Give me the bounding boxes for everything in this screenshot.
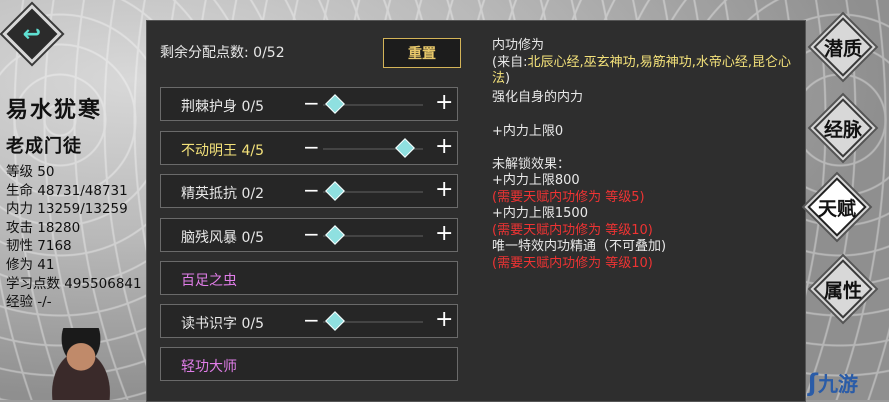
remaining-points: 剩余分配点数: 0/52 — [160, 45, 285, 61]
desc-unlock-3-req: (需要天赋内功修为 等级10) — [492, 255, 653, 271]
character-name: 易水犹寒 — [6, 98, 103, 123]
talent-description: 内功修为 (来自:北辰心经,巫玄神功,易筋神功,水帝心经,昆仑心法) 强化自身的… — [492, 38, 792, 272]
stat-hp: 生命 48731/48731 — [6, 182, 128, 199]
tab-label: 天赋 — [817, 197, 856, 220]
tab-attributes[interactable]: 属性 — [813, 259, 873, 319]
stat-level: 等级 50 — [6, 164, 55, 180]
watermark: ʃ九游 — [808, 368, 858, 397]
desc-unlock-2-req: (需要天赋内功修为 等级10) — [492, 222, 653, 238]
stat-learning-points: 学习点数 495506841 — [6, 275, 142, 292]
minus-icon[interactable]: − — [303, 309, 321, 331]
tab-label: 经脉 — [823, 118, 862, 141]
watermark-text: 九游 — [817, 372, 858, 396]
back-button-frame: ↩ — [2, 4, 62, 64]
stat-attack: 攻击 18280 — [6, 219, 81, 236]
desc-title: 内功修为 — [492, 38, 545, 53]
minus-icon[interactable]: − — [303, 179, 321, 201]
desc-effect: 强化自身的内力 — [492, 89, 584, 105]
talent-row[interactable]: 荆棘护身 0/5 − + — [160, 87, 458, 121]
talent-slider-knob[interactable] — [325, 181, 345, 201]
talent-label: 精英抵抗 0/2 — [181, 186, 264, 202]
talent-label: 读书识字 0/5 — [181, 316, 264, 332]
character-title: 老成门徒 — [6, 136, 82, 157]
desc-unlock-header: 未解锁效果： — [492, 156, 571, 172]
watermark-logo-icon: ʃ — [808, 369, 818, 397]
stat-mp: 内力 13259/13259 — [6, 201, 128, 218]
reset-button[interactable]: 重置 — [383, 38, 461, 68]
desc-unlock-1-req: (需要天赋内功修为 等级5) — [492, 189, 645, 205]
minus-icon[interactable]: − — [303, 136, 321, 158]
minus-icon[interactable]: − — [303, 92, 321, 114]
plus-icon[interactable]: + — [435, 178, 453, 202]
character-portrait — [36, 328, 126, 400]
talent-label: 荆棘护身 0/5 — [181, 99, 264, 115]
desc-unlock-3: 唯一特效内功精通（不可叠加) — [492, 239, 667, 254]
talent-slider-knob[interactable] — [395, 138, 416, 158]
talent-row-locked[interactable]: 百足之虫 — [160, 261, 458, 295]
desc-unlock-2: +内力上限1500 — [492, 206, 588, 221]
plus-icon[interactable]: + — [435, 135, 453, 159]
talent-row-locked[interactable]: 轻功大师 — [160, 347, 458, 381]
talent-slider-knob[interactable] — [325, 94, 345, 114]
back-arrow-icon: ↩ — [22, 21, 42, 47]
plus-icon[interactable]: + — [435, 308, 453, 332]
desc-source-suffix: ) — [505, 71, 511, 86]
talent-label: 不动明王 4/5 — [181, 143, 264, 159]
talent-label: 百足之虫 — [181, 273, 237, 289]
character-header: 易水犹寒 老成门徒 — [6, 92, 102, 158]
back-button[interactable]: ↩ — [2, 4, 62, 64]
minus-icon[interactable]: − — [303, 223, 321, 245]
tab-label: 属性 — [823, 279, 862, 302]
desc-source-prefix: (来自: — [492, 54, 528, 70]
stat-toughness: 韧性 7168 — [6, 238, 72, 255]
plus-icon[interactable]: + — [435, 91, 453, 115]
desc-source-list: 北辰心经,巫玄神功,易筋神功,水帝心经,昆仑心法 — [492, 54, 791, 87]
talent-row[interactable]: 精英抵抗 0/2 − + — [160, 174, 458, 208]
desc-current-bonus: +内力上限0 — [492, 124, 564, 139]
tab-label: 潜质 — [823, 37, 862, 60]
stat-experience: 经验 -/- — [6, 294, 52, 311]
desc-source: (来自:北辰心经,巫玄神功,易筋神功,水帝心经,昆仑心法) — [492, 55, 792, 88]
talent-row[interactable]: 读书识字 0/5 − + — [160, 304, 458, 338]
stat-cultivation: 修为 41 — [6, 256, 55, 273]
talent-slider-knob[interactable] — [325, 311, 345, 331]
talent-row[interactable]: 不动明王 4/5 − + — [160, 131, 458, 165]
talent-slider-knob[interactable] — [325, 225, 345, 245]
plus-icon[interactable]: + — [435, 222, 453, 246]
character-stats: 等级 50 生命 48731/48731 内力 13259/13259 攻击 1… — [6, 163, 142, 312]
talent-label: 轻功大师 — [181, 359, 237, 375]
talent-row[interactable]: 脑残风暴 0/5 − + — [160, 218, 458, 252]
tab-talents[interactable]: 天赋 — [807, 177, 867, 237]
tab-potential[interactable]: 潜质 — [813, 17, 873, 77]
talent-label: 脑残风暴 0/5 — [181, 230, 264, 246]
tab-meridians[interactable]: 经脉 — [813, 98, 873, 158]
desc-unlock-1: +内力上限800 — [492, 173, 580, 188]
